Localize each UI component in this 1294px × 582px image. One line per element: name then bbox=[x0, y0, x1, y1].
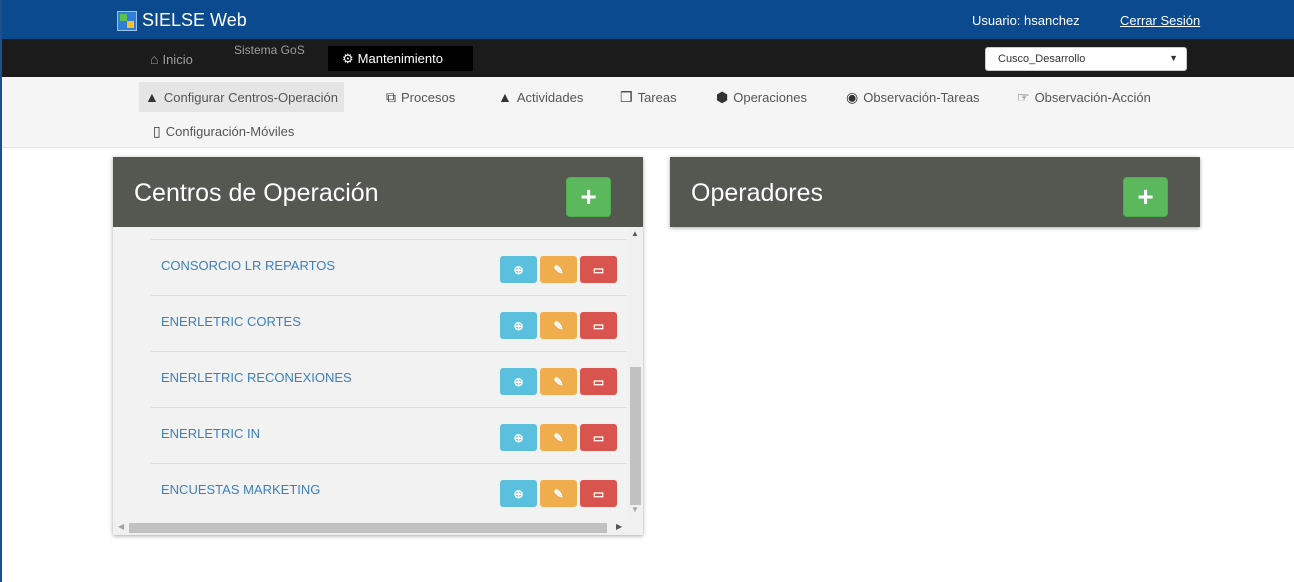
pencil-icon: ✎ bbox=[553, 262, 564, 277]
add-centro-button[interactable]: + bbox=[566, 177, 611, 217]
environment-select[interactable]: Cusco_Desarrollo ▼ bbox=[985, 47, 1187, 71]
search-plus-icon: ⊕ bbox=[513, 262, 524, 277]
clone-icon: ⧉ bbox=[386, 88, 396, 105]
environment-select-value: Cusco_Desarrollo bbox=[998, 53, 1086, 65]
delete-button[interactable]: ▭ bbox=[580, 424, 617, 451]
cube-icon: ⬢ bbox=[716, 88, 729, 105]
view-button[interactable]: ⊕ bbox=[500, 256, 537, 283]
nav-home-label: Inicio bbox=[162, 51, 193, 67]
search-plus-icon: ⊕ bbox=[513, 374, 524, 389]
submenu-observacion-accion[interactable]: ☞ Observación-Acción bbox=[1011, 82, 1157, 112]
trash-icon: ▭ bbox=[592, 486, 605, 501]
submenu-configurar-centros[interactable]: ▲ Configurar Centros-Operación bbox=[139, 82, 344, 112]
pencil-icon: ✎ bbox=[553, 374, 564, 389]
list-item: ENERLETRIC RECONEXIONES ⊕ ✎ ▭ bbox=[151, 351, 627, 407]
list-item: ENERLETRIC CORTES ⊕ ✎ ▭ bbox=[151, 295, 627, 351]
scroll-left-icon[interactable]: ◀ bbox=[118, 522, 124, 531]
submenu-label: Observación-Tareas bbox=[863, 89, 980, 105]
trash-icon: ▭ bbox=[592, 262, 605, 277]
list-item: ENERLETRIC IN ⊕ ✎ ▭ bbox=[151, 407, 627, 463]
vertical-scrollbar[interactable]: ▲ ▼ bbox=[628, 227, 643, 521]
operadores-panel-title: Operadores bbox=[691, 179, 824, 207]
submenu-observacion-tareas[interactable]: ◉ Observación-Tareas bbox=[840, 82, 986, 112]
handshake-icon: ☞ bbox=[1017, 88, 1030, 105]
centros-panel-title: Centros de Operación bbox=[134, 179, 379, 207]
pencil-icon: ✎ bbox=[553, 318, 564, 333]
centros-panel-header: Centros de Operación + bbox=[113, 157, 643, 227]
centros-list: CONSORCIO LR REPARTOS ⊕ ✎ ▭ ENERLETRIC C… bbox=[113, 227, 643, 535]
submenu-label: Actividades bbox=[516, 89, 584, 105]
search-plus-icon: ⊕ bbox=[513, 486, 524, 501]
submenu-label: Operaciones bbox=[733, 89, 807, 105]
submenu-label: Tareas bbox=[637, 89, 677, 105]
submenu-label: Procesos bbox=[401, 89, 456, 105]
delete-button[interactable]: ▭ bbox=[580, 480, 617, 507]
edit-button[interactable]: ✎ bbox=[540, 256, 577, 283]
edit-button[interactable]: ✎ bbox=[540, 368, 577, 395]
centros-panel: Centros de Operación + CONSORCIO LR REPA… bbox=[113, 157, 643, 535]
operadores-panel: Operadores + bbox=[670, 157, 1200, 227]
submenu-tareas[interactable]: ❒ Tareas bbox=[614, 82, 683, 112]
vertical-scroll-thumb[interactable] bbox=[630, 367, 641, 505]
nav-system[interactable]: Sistema GoS bbox=[234, 43, 305, 57]
app-logo-icon bbox=[117, 10, 137, 31]
sub-menu: ▲ Configurar Centros-Operación ⧉ Proceso… bbox=[2, 77, 1294, 148]
operadores-panel-header: Operadores + bbox=[670, 157, 1200, 227]
scroll-right-icon[interactable]: ▶ bbox=[616, 522, 622, 531]
mobile-icon: ▯ bbox=[153, 122, 161, 139]
trash-icon: ▭ bbox=[592, 430, 605, 445]
scroll-up-icon[interactable]: ▲ bbox=[631, 229, 639, 238]
submenu-label: Observación-Acción bbox=[1034, 89, 1151, 105]
logout-link[interactable]: Cerrar Sesión bbox=[1120, 13, 1200, 28]
main-navbar: ⌂ Inicio Sistema GoS ⚙ Mantenimiento Cus… bbox=[2, 39, 1294, 77]
edit-button[interactable]: ✎ bbox=[540, 424, 577, 451]
list-item: CONSORCIO LR REPARTOS ⊕ ✎ ▭ bbox=[151, 239, 627, 295]
nav-home[interactable]: ⌂ Inicio bbox=[150, 51, 193, 67]
submenu-label: Configuración-Móviles bbox=[165, 123, 295, 139]
scroll-down-icon[interactable]: ▼ bbox=[631, 505, 639, 514]
view-button[interactable]: ⊕ bbox=[500, 312, 537, 339]
nav-maintenance[interactable]: ⚙ Mantenimiento bbox=[328, 46, 473, 71]
user-label: Usuario: hsanchez bbox=[972, 13, 1080, 28]
view-button[interactable]: ⊕ bbox=[500, 424, 537, 451]
app-title: SIELSE Web bbox=[142, 10, 247, 30]
top-header: SIELSE Web Usuario: hsanchez Cerrar Sesi… bbox=[2, 0, 1294, 39]
delete-button[interactable]: ▭ bbox=[580, 256, 617, 283]
submenu-actividades[interactable]: ▲ Actividades bbox=[492, 82, 589, 112]
submenu-operaciones[interactable]: ⬢ Operaciones bbox=[710, 82, 813, 112]
view-button[interactable]: ⊕ bbox=[500, 480, 537, 507]
centro-name-link[interactable]: CONSORCIO LR REPARTOS bbox=[161, 258, 335, 273]
trash-icon: ▭ bbox=[592, 374, 605, 389]
submenu-configuracion-moviles[interactable]: ▯ Configuración-Móviles bbox=[147, 117, 300, 145]
brand[interactable]: SIELSE Web bbox=[117, 10, 247, 31]
view-button[interactable]: ⊕ bbox=[500, 368, 537, 395]
caret-down-icon: ▼ bbox=[1169, 53, 1178, 63]
centro-name-link[interactable]: ENCUESTAS MARKETING bbox=[161, 482, 320, 497]
list-item: ENCUESTAS MARKETING ⊕ ✎ ▭ bbox=[151, 463, 627, 519]
centro-name-link[interactable]: ENERLETRIC IN bbox=[161, 426, 260, 441]
edit-button[interactable]: ✎ bbox=[540, 480, 577, 507]
delete-button[interactable]: ▭ bbox=[580, 368, 617, 395]
horizontal-scrollbar[interactable]: ◀ ▶ bbox=[113, 521, 643, 535]
binoculars-icon: ◉ bbox=[846, 88, 859, 105]
edit-button[interactable]: ✎ bbox=[540, 312, 577, 339]
pencil-icon: ✎ bbox=[553, 486, 564, 501]
submenu-label: Configurar Centros-Operación bbox=[163, 89, 338, 105]
sitemap-icon: ▲ bbox=[145, 89, 159, 105]
submenu-procesos[interactable]: ⧉ Procesos bbox=[380, 82, 461, 112]
search-plus-icon: ⊕ bbox=[513, 430, 524, 445]
sitemap-icon: ▲ bbox=[498, 89, 512, 105]
gears-icon: ⚙ bbox=[342, 50, 354, 66]
centro-name-link[interactable]: ENERLETRIC RECONEXIONES bbox=[161, 370, 352, 385]
nav-maintenance-label: Mantenimiento bbox=[357, 51, 443, 66]
add-operador-button[interactable]: + bbox=[1123, 177, 1168, 217]
home-icon: ⌂ bbox=[150, 51, 159, 67]
pencil-icon: ✎ bbox=[553, 430, 564, 445]
search-plus-icon: ⊕ bbox=[513, 318, 524, 333]
centro-name-link[interactable]: ENERLETRIC CORTES bbox=[161, 314, 301, 329]
delete-button[interactable]: ▭ bbox=[580, 312, 617, 339]
trash-icon: ▭ bbox=[592, 318, 605, 333]
horizontal-scroll-thumb[interactable] bbox=[129, 523, 607, 533]
cubes-icon: ❒ bbox=[620, 88, 633, 105]
